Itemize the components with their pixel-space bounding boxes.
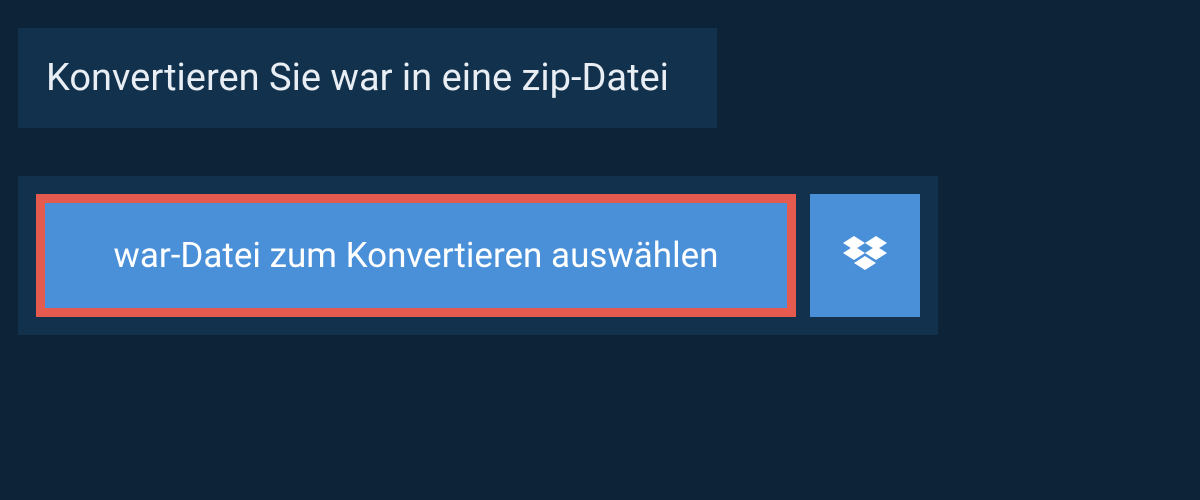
main-container: Konvertieren Sie war in eine zip-Datei w… bbox=[0, 0, 1200, 335]
title-bar: Konvertieren Sie war in eine zip-Datei bbox=[18, 28, 717, 128]
page-title: Konvertieren Sie war in eine zip-Datei bbox=[46, 56, 669, 100]
select-file-button[interactable]: war-Datei zum Konvertieren auswählen bbox=[36, 194, 796, 317]
upload-panel: war-Datei zum Konvertieren auswählen bbox=[18, 176, 938, 335]
dropbox-icon bbox=[843, 236, 887, 276]
dropbox-button[interactable] bbox=[810, 194, 920, 317]
select-file-label: war-Datei zum Konvertieren auswählen bbox=[65, 235, 767, 276]
